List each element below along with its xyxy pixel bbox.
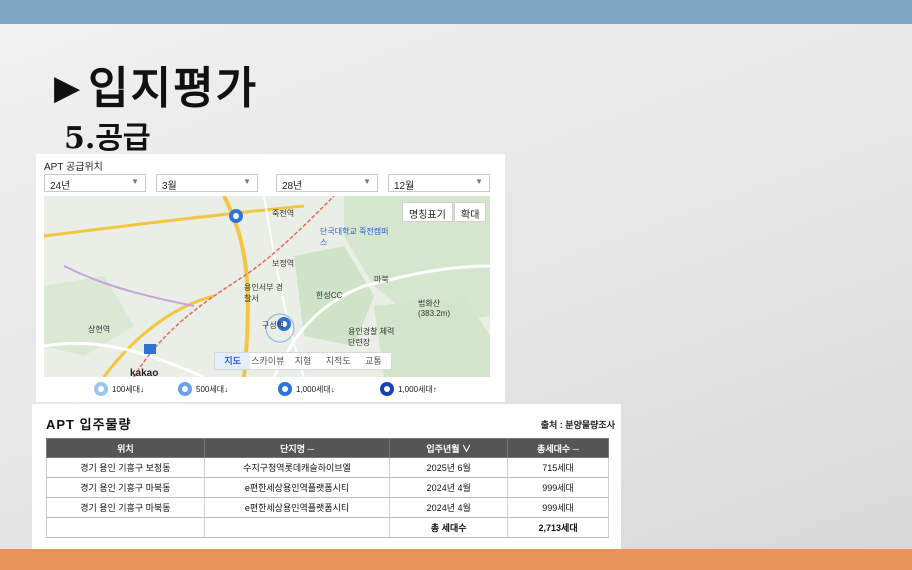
total-value: 2,713세대: [507, 517, 609, 538]
map-type-tab[interactable]: 교통: [356, 353, 391, 369]
slide-subtitle: 5.공급: [64, 121, 151, 156]
map-type-tab[interactable]: 지도: [215, 353, 251, 369]
from-month-select[interactable]: 3월 ▼: [156, 174, 258, 192]
chevron-down-icon: ▼: [363, 177, 371, 186]
cell-move-in: 2024년 4월: [389, 497, 509, 518]
cell-complex: 수지구청역롯데캐슬하이브엘: [203, 457, 391, 478]
map-type-tabs: 지도 스카이뷰 지형 지적도 교통: [214, 352, 392, 370]
legend-item: 1,000세대↑: [380, 382, 437, 396]
to-month-value: 12월: [394, 181, 415, 192]
map-label: 상현역: [88, 325, 111, 334]
slide-title: ▶ 입지평가: [54, 52, 258, 116]
table-row: 경기 용인 기흥구 마북동 e편한세상용인역플랫폼시티 2024년 4월 999…: [46, 477, 609, 498]
cell-complex: e편한세상용인역플랫폼시티: [203, 477, 391, 498]
map-type-tab[interactable]: 지적도: [321, 353, 356, 369]
legend-label: 1,000세대↓: [296, 384, 335, 394]
move-in-table: 위치 단지명 ─ 입주년월 ∨ 총세대수 ─ 경기 용인 기흥구 보정동 수지구…: [46, 438, 609, 538]
legend-label: 100세대↓: [112, 384, 145, 394]
chevron-down-icon: ▼: [243, 177, 251, 186]
map-type-tab[interactable]: 지형: [285, 353, 320, 369]
zoom-button[interactable]: 확대: [454, 202, 487, 222]
cell-complex: e편한세상용인역플랫폼시티: [203, 497, 391, 518]
top-accent-band: [0, 0, 912, 24]
cell-units: 999세대: [507, 477, 609, 498]
map-view[interactable]: 죽전역 단국대학교 죽전캠퍼스 보정역 용인서부 경찰서 구성역 상현역 한성C…: [44, 196, 490, 377]
legend-item: 100세대↓: [94, 382, 144, 396]
table-header-row: 위치 단지명 ─ 입주년월 ∨ 총세대수 ─: [46, 438, 609, 458]
bottom-accent-band: [0, 549, 912, 570]
map-label: 용인경찰 체력단련장: [348, 327, 395, 347]
column-header[interactable]: 단지명 ─: [203, 438, 391, 458]
triangle-bullet-icon: ▶: [54, 68, 83, 108]
column-header: 위치: [46, 438, 205, 458]
cell-location: 경기 용인 기흥구 보정동: [46, 457, 205, 478]
name-toggle-button[interactable]: 명칭표기: [402, 202, 453, 222]
from-month-value: 3월: [162, 181, 177, 192]
total-row: 총 세대수 2,713세대: [46, 517, 609, 538]
to-year-select[interactable]: 28년 ▼: [276, 174, 378, 192]
map-legend: 100세대↓ 500세대↓ 1,000세대↓ 1,000세대↑: [36, 380, 505, 400]
total-label: 총 세대수: [389, 517, 509, 538]
map-label: 법화산 (383.2m): [418, 299, 451, 318]
table-source: 출처 : 분양물량조사: [540, 420, 615, 430]
to-year-value: 28년: [282, 181, 303, 192]
cell-location: 경기 용인 기흥구 마북동: [46, 477, 205, 498]
column-header[interactable]: 총세대수 ─: [507, 438, 609, 458]
cell-location: 경기 용인 기흥구 마북동: [46, 497, 205, 518]
legend-item: 500세대↓: [178, 382, 228, 396]
map-label: 용인서부 경찰서: [244, 283, 284, 303]
cell-units: 999세대: [507, 497, 609, 518]
slide-title-text: 입지평가: [88, 63, 259, 114]
column-header[interactable]: 입주년월 ∨: [389, 438, 509, 458]
table-row: 경기 용인 기흥구 보정동 수지구청역롯데캐슬하이브엘 2025년 6월 715…: [46, 457, 609, 478]
cell-units: 715세대: [507, 457, 609, 478]
legend-label: 500세대↓: [196, 384, 229, 394]
cell-empty: [46, 517, 205, 538]
apt-move-in-panel: APT 입주물량 출처 : 분양물량조사 위치 단지명 ─ 입주년월 ∨ 총세대…: [32, 404, 621, 549]
map-label: 마북: [374, 275, 389, 284]
cell-move-in: 2024년 4월: [389, 477, 509, 498]
apt-supply-map-panel: APT 공급위치 24년▼ 3월▼ ~ 28년▼ 12월▼: [36, 154, 505, 402]
map-label: 한성CC: [316, 291, 343, 300]
kakao-logo: kakao: [130, 368, 159, 379]
map-label: 단국대학교 죽전캠퍼스: [320, 227, 389, 247]
chevron-down-icon: ▼: [475, 177, 483, 186]
map-type-tab[interactable]: 스카이뷰: [250, 353, 285, 369]
map-label: 구성역: [262, 321, 285, 330]
map-pin-icon: [278, 382, 292, 396]
map-label: 보정역: [272, 259, 295, 268]
table-row: 경기 용인 기흥구 마북동 e편한세상용인역플랫폼시티 2024년 4월 999…: [46, 497, 609, 518]
map-pin-icon: [380, 382, 394, 396]
from-year-value: 24년: [50, 181, 71, 192]
cell-move-in: 2025년 6월: [389, 457, 509, 478]
legend-label: 1,000세대↑: [398, 384, 437, 394]
chevron-down-icon: ▼: [131, 177, 139, 186]
cell-empty: [203, 517, 391, 538]
map-panel-title: APT 공급위치: [44, 162, 103, 173]
map-label: 죽전역: [272, 209, 295, 218]
map-pin-icon: [178, 382, 192, 396]
map-pin-icon: [94, 382, 108, 396]
from-year-select[interactable]: 24년 ▼: [44, 174, 146, 192]
to-month-select[interactable]: 12월 ▼: [388, 174, 490, 192]
table-title: APT 입주물량: [46, 417, 132, 432]
legend-item: 1,000세대↓: [278, 382, 335, 396]
